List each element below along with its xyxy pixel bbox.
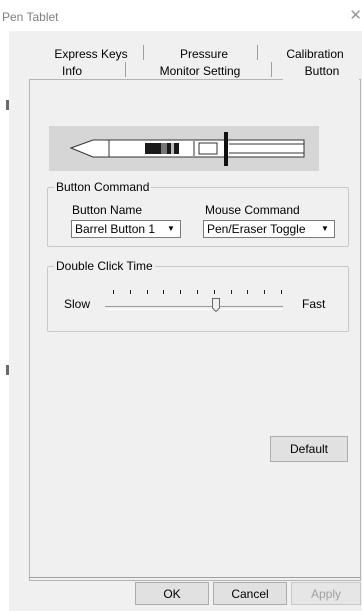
double-click-title: Double Click Time (54, 259, 155, 273)
footer-divider (29, 577, 360, 578)
mouse-command-label: Mouse Command (205, 203, 300, 217)
slider-tick (281, 290, 282, 294)
pen-tablet-dialog: Pen Tablet ✕ Express Keys Pressure Calib… (2, 0, 362, 611)
close-icon[interactable]: ✕ (349, 8, 362, 24)
chevron-down-icon[interactable]: ▼ (317, 222, 333, 236)
title-bar: Pen Tablet ✕ (2, 0, 362, 31)
slow-label: Slow (64, 297, 91, 311)
tab-separator (271, 62, 272, 77)
tab-monitor-setting[interactable]: Monitor Setting (139, 64, 261, 78)
window-title: Pen Tablet (2, 10, 59, 24)
slider-tick (197, 290, 198, 294)
slider-tick (146, 290, 148, 294)
slider-thumb[interactable] (212, 298, 220, 313)
mouse-command-select[interactable]: Pen/Eraser Toggle ▼ (203, 220, 335, 238)
slider-tick (180, 290, 182, 294)
fast-label: Fast (302, 297, 326, 311)
slider-tick (213, 290, 215, 294)
slider-tick (163, 290, 165, 294)
pen-illustration (49, 126, 319, 171)
chevron-down-icon[interactable]: ▼ (163, 222, 179, 236)
background-window-edge (0, 0, 9, 611)
double-click-slider[interactable] (105, 298, 283, 318)
pen-icon (69, 132, 305, 166)
slider-tick (247, 290, 249, 294)
button-command-title: Button Command (54, 180, 152, 194)
apply-button[interactable]: Apply (291, 582, 361, 605)
mouse-command-value: Pen/Eraser Toggle (207, 222, 306, 236)
slider-tick (264, 290, 266, 294)
tab-info[interactable]: Info (37, 64, 107, 78)
tab-pressure[interactable]: Pressure (159, 47, 249, 61)
slider-track (105, 306, 283, 310)
tab-button-label: Button (304, 64, 340, 78)
tab-separator (143, 45, 144, 60)
tab-separator (125, 62, 126, 77)
button-name-select[interactable]: Barrel Button 1 ▼ (71, 220, 181, 238)
button-name-label: Button Name (72, 203, 143, 217)
tab-separator (257, 45, 258, 60)
tab-button[interactable]: Button (283, 59, 359, 81)
slider-tick (230, 290, 232, 294)
cancel-button[interactable]: Cancel (213, 582, 287, 605)
button-command-group: Button Command Button Name Mouse Command… (47, 180, 349, 247)
button-name-value: Barrel Button 1 (75, 222, 156, 236)
slider-tick (129, 290, 131, 294)
slider-tick (113, 290, 114, 294)
ok-button[interactable]: OK (135, 582, 209, 605)
default-button[interactable]: Default (270, 436, 348, 462)
tab-express-keys[interactable]: Express Keys (47, 47, 135, 61)
